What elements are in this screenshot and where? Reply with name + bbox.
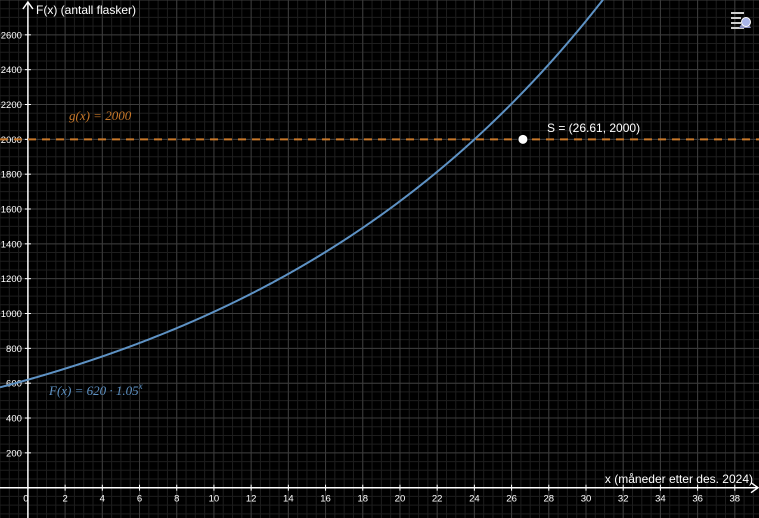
x-tick-label: 16 bbox=[320, 494, 331, 505]
x-tick-label: 18 bbox=[357, 494, 368, 505]
y-tick-label: 1000 bbox=[1, 309, 22, 320]
y-tick-label: 2200 bbox=[1, 100, 22, 111]
x-tick-label: 6 bbox=[137, 494, 142, 505]
graphing-menu-button[interactable] bbox=[726, 5, 756, 35]
intersection-point-s[interactable] bbox=[517, 133, 529, 145]
x-tick-label: 26 bbox=[506, 494, 517, 505]
y-tick-label: 400 bbox=[6, 414, 22, 425]
x-tick-label: 24 bbox=[469, 494, 480, 505]
y-tick-label: 1400 bbox=[1, 239, 22, 250]
x-tick-label: 30 bbox=[581, 494, 592, 505]
y-tick-label: 2400 bbox=[1, 65, 22, 76]
x-tick-label: 36 bbox=[692, 494, 703, 505]
x-tick-label: 4 bbox=[100, 494, 105, 505]
y-tick-label: 1200 bbox=[1, 274, 22, 285]
y-tick-label: 200 bbox=[6, 448, 22, 459]
y-tick-label: 1600 bbox=[1, 205, 22, 216]
function-f-label: F(x) = 620 · 1.05x bbox=[48, 381, 143, 398]
y-tick-label: 2600 bbox=[1, 30, 22, 41]
x-tick-label: 20 bbox=[395, 494, 406, 505]
x-tick-label: 32 bbox=[618, 494, 629, 505]
graph-view[interactable]: 0 2 4 6 8 10 12 14 16 18 20 22 24 26 28 30 32 34 36 38 200 40… bbox=[0, 0, 759, 518]
graphing-menu-icon bbox=[731, 12, 751, 29]
x-tick-label: 38 bbox=[730, 494, 741, 505]
point-s-label: S = (26.61, 2000) bbox=[547, 121, 640, 135]
x-tick-label: 0 bbox=[23, 494, 28, 505]
x-tick-label: 10 bbox=[209, 494, 220, 505]
y-tick-label: 1800 bbox=[1, 170, 22, 181]
x-tick-label: 22 bbox=[432, 494, 443, 505]
y-tick-label: 800 bbox=[6, 344, 22, 355]
x-tick-label: 14 bbox=[283, 494, 294, 505]
y-axis-label: F(x) (antall flasker) bbox=[36, 3, 136, 17]
x-tick-label: 28 bbox=[543, 494, 554, 505]
graph-canvas[interactable]: 0 2 4 6 8 10 12 14 16 18 20 22 24 26 28 30 32 34 36 3820040… bbox=[0, 0, 759, 518]
function-g-label: g(x) = 2000 bbox=[69, 108, 132, 123]
x-tick-label: 2 bbox=[62, 494, 67, 505]
x-tick-label: 12 bbox=[246, 494, 257, 505]
x-tick-label: 34 bbox=[655, 494, 666, 505]
x-tick-label: 8 bbox=[174, 494, 179, 505]
x-axis-label: x (måneder etter des. 2024) bbox=[605, 472, 753, 486]
